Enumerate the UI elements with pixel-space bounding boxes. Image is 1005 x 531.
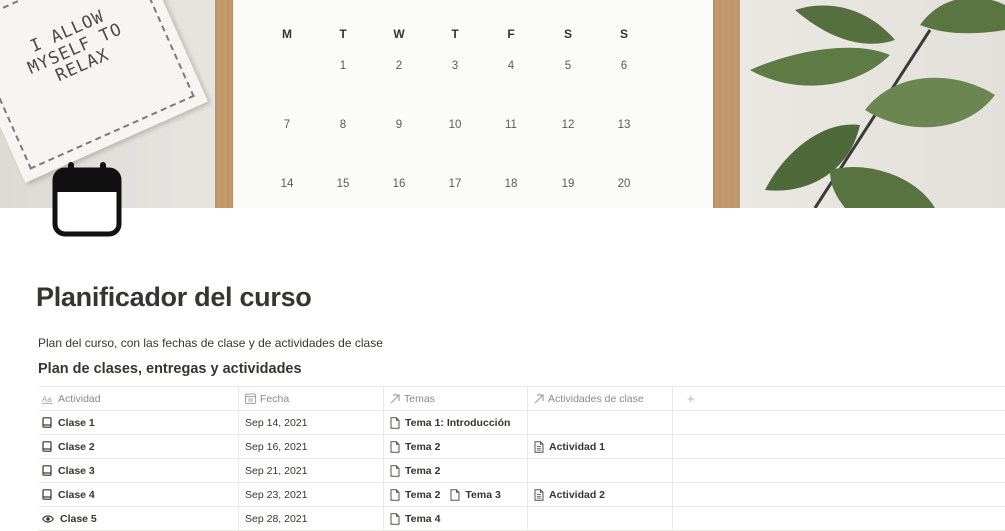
temas-cell[interactable]: Tema 2 bbox=[384, 435, 528, 458]
empty-cell bbox=[673, 411, 1005, 434]
calendar-date: 10 bbox=[448, 119, 462, 131]
column-header-temas[interactable]: Temas bbox=[384, 387, 528, 410]
empty-cell bbox=[673, 459, 1005, 482]
fecha-cell[interactable]: Sep 21, 2021 bbox=[239, 459, 384, 482]
table-row[interactable]: Clase 2 Sep 16, 2021 Tema 2 Actividad 1 bbox=[38, 435, 1005, 459]
calendar-date: 12 bbox=[561, 119, 575, 131]
tema-relation-chip[interactable]: Tema 2 bbox=[390, 465, 440, 477]
actividad-relation-chip[interactable]: Actividad 1 bbox=[534, 441, 605, 453]
date-property-icon bbox=[245, 393, 256, 404]
quote-card: I ALLOW MYSELF TO RELAX bbox=[0, 0, 208, 183]
temas-cell[interactable]: Tema 2 Tema 3 bbox=[384, 483, 528, 506]
page-icon bbox=[390, 464, 405, 477]
page-icon bbox=[390, 416, 405, 429]
calendar-date: 14 bbox=[280, 178, 294, 190]
database-table: Aa Actividad Fecha Temas Actividades de … bbox=[38, 386, 1005, 531]
tema-relation-chip[interactable]: Tema 2 bbox=[390, 441, 440, 453]
tema-relation-chip[interactable]: Tema 4 bbox=[390, 513, 440, 525]
title-property-icon: Aa bbox=[42, 394, 54, 404]
tema-relation-chip[interactable]: Tema 3 bbox=[450, 488, 501, 501]
page-lines-icon bbox=[534, 488, 549, 501]
actividades-cell[interactable]: Actividad 2 bbox=[528, 483, 673, 506]
actividad-cell[interactable]: Clase 2 bbox=[38, 435, 239, 458]
cover-image[interactable]: M T W T F S S 1 2 3 4 5 6 7 8 9 10 11 12 13 14 15 16 17 18 19 20 I… bbox=[0, 0, 1005, 208]
temas-cell[interactable]: Tema 1: Introducción bbox=[384, 411, 528, 434]
table-row[interactable]: Clase 5 Sep 28, 2021 Tema 4 bbox=[38, 507, 1005, 531]
actividad-cell[interactable]: Clase 5 bbox=[38, 507, 239, 530]
calendar-day-header: F bbox=[507, 27, 515, 41]
fecha-cell[interactable]: Sep 28, 2021 bbox=[239, 507, 384, 530]
calendar-date: 5 bbox=[564, 60, 572, 72]
plant-leaves bbox=[750, 0, 1005, 208]
fecha-cell[interactable]: Sep 23, 2021 bbox=[239, 483, 384, 506]
fecha-cell[interactable]: Sep 14, 2021 bbox=[239, 411, 384, 434]
table-row[interactable]: Clase 3 Sep 21, 2021 Tema 2 bbox=[38, 459, 1005, 483]
actividades-cell[interactable] bbox=[528, 411, 673, 434]
fecha-cell[interactable]: Sep 16, 2021 bbox=[239, 435, 384, 458]
calendar-date: 7 bbox=[283, 119, 291, 131]
page-icon bbox=[390, 440, 405, 453]
empty-cell bbox=[673, 507, 1005, 530]
eye-icon bbox=[42, 514, 54, 524]
actividad-cell[interactable]: Clase 1 bbox=[38, 411, 239, 434]
empty-cell bbox=[673, 483, 1005, 506]
table-header-row: Aa Actividad Fecha Temas Actividades de … bbox=[38, 387, 1005, 411]
column-header-actividad[interactable]: Aa Actividad bbox=[38, 387, 239, 410]
calendar-date: 3 bbox=[451, 60, 459, 72]
calendar-date: 6 bbox=[620, 60, 628, 72]
page-title[interactable]: Planificador del curso bbox=[36, 282, 312, 313]
calendar-day-header: T bbox=[339, 27, 347, 41]
calendar-day-header: S bbox=[619, 27, 628, 41]
actividad-cell[interactable]: Clase 4 bbox=[38, 483, 239, 506]
empty-cell bbox=[673, 435, 1005, 458]
actividades-cell[interactable]: Actividad 1 bbox=[528, 435, 673, 458]
calendar-date: 13 bbox=[617, 119, 631, 131]
table-row[interactable]: Clase 1 Sep 14, 2021 Tema 1: Introducción bbox=[38, 411, 1005, 435]
actividades-cell[interactable] bbox=[528, 507, 673, 530]
calendar-day-header: S bbox=[563, 27, 572, 41]
calendar-date: 9 bbox=[395, 119, 403, 131]
calendar-date: 11 bbox=[505, 119, 517, 131]
add-column-button[interactable]: + bbox=[673, 387, 1005, 410]
calendar-day-header: T bbox=[451, 27, 459, 41]
calendar-date: 4 bbox=[507, 60, 515, 72]
relation-arrow-icon bbox=[534, 393, 544, 404]
relation-arrow-icon bbox=[390, 393, 400, 404]
actividad-relation-chip[interactable]: Actividad 2 bbox=[534, 489, 605, 501]
actividad-cell[interactable]: Clase 3 bbox=[38, 459, 239, 482]
table-body: Clase 1 Sep 14, 2021 Tema 1: Introducción C… bbox=[38, 411, 1005, 531]
calendar-date: 1 bbox=[339, 60, 347, 72]
calendar-date: 16 bbox=[392, 178, 406, 190]
page-icon bbox=[450, 488, 465, 501]
temas-cell[interactable]: Tema 2 bbox=[384, 459, 528, 482]
svg-text:Aa: Aa bbox=[42, 395, 52, 404]
calendar-day-header: W bbox=[393, 27, 405, 41]
actividades-cell[interactable] bbox=[528, 459, 673, 482]
book-icon bbox=[42, 441, 52, 452]
calendar-sheet: M T W T F S S 1 2 3 4 5 6 7 8 9 10 11 12 13 14 15 16 17 18 19 20 bbox=[233, 0, 713, 208]
calendar-date: 15 bbox=[336, 178, 350, 190]
page-description[interactable]: Plan del curso, con las fechas de clase … bbox=[38, 336, 383, 350]
temas-cell[interactable]: Tema 4 bbox=[384, 507, 528, 530]
page-icon bbox=[390, 488, 405, 501]
calendar-icon[interactable] bbox=[52, 162, 124, 242]
column-header-actividades[interactable]: Actividades de clase bbox=[528, 387, 673, 410]
page-lines-icon bbox=[534, 440, 549, 453]
book-icon bbox=[42, 489, 52, 500]
calendar-date: 20 bbox=[617, 178, 631, 190]
tema-relation-chip[interactable]: Tema 1: Introducción bbox=[390, 417, 510, 429]
book-icon bbox=[42, 465, 52, 476]
database-title[interactable]: Plan de clases, entregas y actividades bbox=[38, 361, 302, 377]
table-row[interactable]: Clase 4 Sep 23, 2021 Tema 2 Tema 3 Actividad… bbox=[38, 483, 1005, 507]
page-icon bbox=[390, 512, 405, 525]
column-header-fecha[interactable]: Fecha bbox=[239, 387, 384, 410]
book-icon bbox=[42, 417, 52, 428]
calendar-date: 19 bbox=[561, 178, 575, 190]
calendar-date: 2 bbox=[395, 60, 403, 72]
calendar-date: 8 bbox=[339, 119, 347, 131]
calendar-date: 17 bbox=[448, 178, 462, 190]
tema-relation-chip[interactable]: Tema 2 bbox=[390, 489, 440, 501]
calendar-date: 18 bbox=[504, 178, 518, 190]
calendar-day-header: M bbox=[282, 27, 292, 41]
